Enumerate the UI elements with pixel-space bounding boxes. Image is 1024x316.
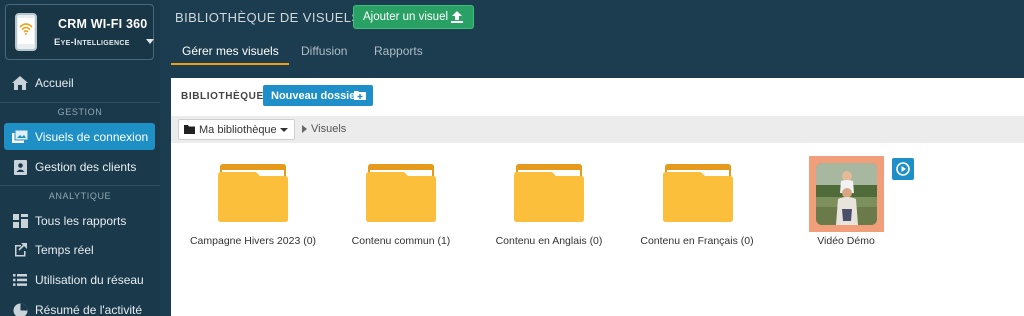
sidebar-item-label: Gestion des clients — [35, 160, 137, 174]
folder-plus-icon — [354, 91, 366, 100]
sidebar-item-activity[interactable]: Résumé de l'activité — [0, 296, 160, 316]
sidebar-item-all-reports[interactable]: Tous les rapports — [0, 207, 160, 235]
upload-icon — [451, 11, 463, 23]
folder-icon[interactable] — [663, 163, 733, 223]
sidebar: CRM WI-FI 360 Eye-Intelligence Accueil G… — [0, 0, 160, 316]
video-preview-image — [816, 163, 877, 225]
images-icon — [12, 129, 28, 145]
chevron-down-icon — [280, 128, 288, 132]
home-icon — [12, 75, 28, 91]
chevron-down-icon[interactable] — [146, 39, 154, 44]
add-visual-button[interactable]: Ajouter un visuel — [353, 5, 474, 29]
play-circle-icon — [896, 162, 910, 176]
library-panel: BIBLIOTHÈQUE Nouveau dossier Ma biblioth… — [171, 78, 1024, 316]
folder-icon[interactable] — [218, 163, 288, 223]
page-title: BIBLIOTHÈQUE DE VISUELS — [175, 10, 361, 25]
chevron-right-icon — [302, 125, 307, 133]
external-link-icon — [12, 242, 28, 258]
tab-diffusion[interactable]: Diffusion — [301, 44, 347, 58]
new-folder-label: Nouveau dossier — [271, 89, 360, 102]
folder-icon — [184, 125, 195, 134]
sidebar-item-label: Temps réel — [35, 243, 94, 257]
library-label: BIBLIOTHÈQUE — [181, 91, 264, 102]
new-folder-button[interactable]: Nouveau dossier — [263, 85, 373, 106]
folder-icon[interactable] — [514, 163, 584, 223]
divider — [0, 185, 160, 186]
section-label-analytique: ANALYTIQUE — [48, 191, 112, 201]
tab-manage-visuals[interactable]: Gérer mes visuels — [182, 44, 279, 58]
active-tab-indicator — [171, 63, 289, 65]
folder-icon[interactable] — [366, 163, 436, 223]
folder-label[interactable]: Contenu commun (1) — [321, 235, 481, 247]
folder-label[interactable]: Contenu en Anglais (0) — [469, 235, 629, 247]
folder-label[interactable]: Contenu en Français (0) — [617, 235, 777, 247]
sidebar-item-label: Résumé de l'activité — [35, 303, 143, 316]
play-video-button[interactable] — [892, 158, 914, 180]
divider — [0, 102, 160, 103]
pie-chart-icon — [12, 302, 28, 316]
folder-label[interactable]: Campagne Hivers 2023 (0) — [173, 235, 333, 247]
list-icon — [12, 272, 28, 288]
sidebar-item-label: Tous les rapports — [35, 214, 127, 228]
tab-reports[interactable]: Rapports — [374, 44, 423, 58]
phone-wifi-icon — [15, 13, 37, 51]
video-label[interactable]: Vidéo Démo — [766, 235, 926, 247]
breadcrumb: Ma bibliothèque Visuels — [171, 116, 1024, 143]
sidebar-item-visuels[interactable]: Visuels de connexion — [4, 123, 155, 150]
breadcrumb-current[interactable]: Visuels — [311, 123, 346, 135]
sidebar-item-network[interactable]: Utilisation du réseau — [0, 266, 160, 294]
section-label-gestion: GESTION — [57, 107, 103, 117]
add-visual-label: Ajouter un visuel — [363, 11, 449, 23]
account-name: Eye-Intelligence — [54, 37, 130, 48]
dashboard-icon — [12, 213, 28, 229]
video-thumbnail[interactable] — [809, 156, 884, 232]
sidebar-item-label: Visuels de connexion — [35, 129, 149, 144]
contact-card-icon — [12, 159, 28, 175]
sidebar-item-clients[interactable]: Gestion des clients — [0, 153, 160, 181]
sidebar-item-label: Accueil — [35, 76, 74, 90]
library-dropdown-label: Ma bibliothèque — [199, 123, 277, 136]
library-dropdown[interactable]: Ma bibliothèque — [178, 119, 295, 140]
app-title: CRM WI-FI 360 — [58, 17, 148, 31]
sidebar-item-label: Utilisation du réseau — [35, 273, 144, 287]
sidebar-item-realtime[interactable]: Temps réel — [0, 236, 160, 264]
sidebar-item-home[interactable]: Accueil — [0, 69, 160, 97]
app-selector[interactable]: CRM WI-FI 360 Eye-Intelligence — [5, 4, 154, 60]
